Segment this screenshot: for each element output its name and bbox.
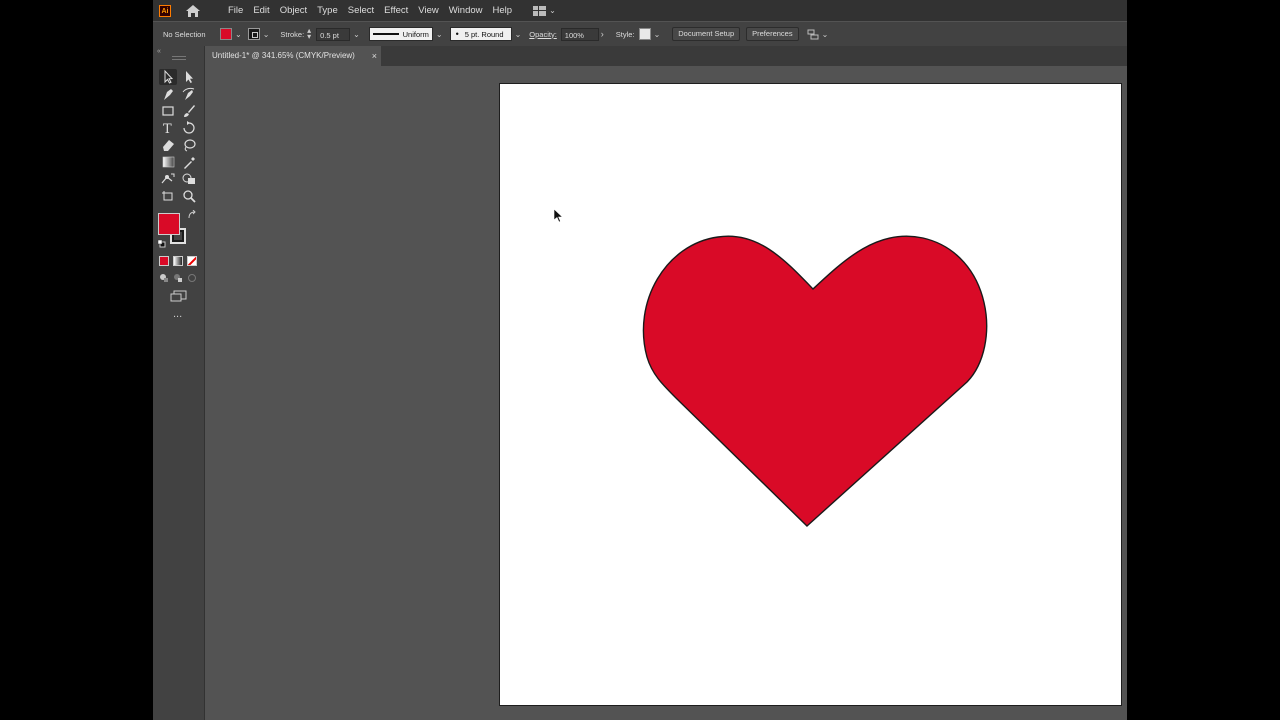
preferences-button[interactable]: Preferences xyxy=(746,27,799,41)
draw-normal-icon[interactable] xyxy=(159,273,169,283)
illustrator-window: Ai File Edit Object Type Select Effect V… xyxy=(153,0,1127,720)
close-icon[interactable]: × xyxy=(372,46,377,66)
more-tools-icon[interactable]: ... xyxy=(173,308,182,320)
stroke-weight-field[interactable]: 0.5 pt xyxy=(316,27,351,41)
tools-panel: « T ... xyxy=(153,46,205,720)
heart-shape[interactable] xyxy=(642,235,988,527)
swap-colors-icon[interactable] xyxy=(187,210,197,220)
chevron-right-icon[interactable]: › xyxy=(601,29,604,39)
gradient-tool-icon[interactable] xyxy=(159,154,177,170)
zoom-tool-icon[interactable] xyxy=(180,188,198,204)
mouse-cursor-icon xyxy=(553,208,564,223)
menu-file[interactable]: File xyxy=(223,5,248,16)
artboard-tool-icon[interactable] xyxy=(159,188,177,204)
paintbrush-tool-icon[interactable] xyxy=(180,103,198,119)
stroke-label: Stroke: xyxy=(280,29,305,39)
stroke-profile-value: Uniform xyxy=(402,29,429,39)
screen-mode-icon[interactable] xyxy=(170,290,188,302)
default-colors-icon[interactable] xyxy=(157,239,166,248)
tab-title: Untitled-1* @ 341.65% (CMYK/Preview) xyxy=(212,51,355,60)
eraser-tool-icon[interactable] xyxy=(159,137,177,153)
chevron-down-icon[interactable]: ⌄ xyxy=(353,30,360,39)
direct-selection-tool-icon[interactable] xyxy=(180,69,198,85)
style-swatch[interactable] xyxy=(638,28,651,40)
menu-object[interactable]: Object xyxy=(275,5,312,16)
stroke-line-icon xyxy=(372,33,399,35)
workspace-switcher[interactable]: ⌄ xyxy=(533,5,556,16)
menu-window[interactable]: Window xyxy=(444,5,488,16)
rectangle-tool-icon[interactable] xyxy=(159,103,177,119)
menu-edit[interactable]: Edit xyxy=(248,5,274,16)
menu-select[interactable]: Select xyxy=(343,5,379,16)
rotate-tool-icon[interactable] xyxy=(180,120,198,136)
brush-value: 5 pt. Round xyxy=(464,29,504,39)
canvas-area[interactable] xyxy=(205,66,1127,720)
draw-behind-icon[interactable] xyxy=(173,273,183,283)
home-icon[interactable] xyxy=(185,4,201,18)
pen-tool-icon[interactable] xyxy=(159,86,177,102)
style-label: Style: xyxy=(615,29,635,39)
lasso-tool-icon[interactable] xyxy=(180,137,198,153)
document-setup-button[interactable]: Document Setup xyxy=(672,27,741,41)
workspace-grid-icon xyxy=(533,5,547,16)
draw-inside-icon[interactable] xyxy=(187,273,197,283)
document-tab-bar: Untitled-1* @ 341.65% (CMYK/Preview) × xyxy=(205,46,1127,66)
gradient-mode-button[interactable] xyxy=(173,256,183,266)
menu-bar: Ai File Edit Object Type Select Effect V… xyxy=(153,0,1127,21)
main-menu: File Edit Object Type Select Effect View… xyxy=(223,5,517,16)
chevron-down-icon: ⌄ xyxy=(549,6,556,15)
artboard-svg xyxy=(642,235,988,527)
collapse-panel-icon[interactable]: « xyxy=(157,48,161,55)
selection-status: No Selection xyxy=(163,29,206,39)
chevron-down-icon[interactable]: ⌄ xyxy=(235,30,242,39)
menu-help[interactable]: Help xyxy=(488,5,518,16)
stroke-swatch[interactable] xyxy=(247,28,260,40)
menu-view[interactable]: View xyxy=(413,5,443,16)
stroke-profile-select[interactable]: Uniform xyxy=(368,27,433,41)
chevron-down-icon[interactable]: ⌄ xyxy=(436,30,443,39)
opacity-label[interactable]: Opacity: xyxy=(529,30,557,39)
opacity-field[interactable]: 100% xyxy=(560,27,599,41)
app-logo: Ai xyxy=(159,4,171,17)
puppet-warp-tool-icon[interactable] xyxy=(159,171,177,187)
chevron-down-icon[interactable]: ⌄ xyxy=(263,30,270,39)
curvature-tool-icon[interactable] xyxy=(180,86,198,102)
eyedropper-tool-icon[interactable] xyxy=(180,154,198,170)
brush-dot-icon: • xyxy=(455,28,459,39)
arrange-icon[interactable] xyxy=(807,29,819,40)
tab-document[interactable]: Untitled-1* @ 341.65% (CMYK/Preview) × xyxy=(205,46,381,66)
fill-color-box[interactable] xyxy=(158,213,180,235)
panel-grip-icon[interactable] xyxy=(172,56,186,60)
shape-builder-tool-icon[interactable] xyxy=(180,171,198,187)
control-bar: No Selection ⌄ ⌄ Stroke: ▴ ▾ 0.5 pt ⌄ Uni… xyxy=(153,22,1127,46)
menu-type[interactable]: Type xyxy=(312,5,343,16)
chevron-down-icon[interactable]: ⌄ xyxy=(654,30,661,39)
stroke-stepper-icon[interactable]: ▴ ▾ xyxy=(307,27,314,41)
chevron-down-icon[interactable]: ⌄ xyxy=(515,30,522,39)
type-tool-icon[interactable]: T xyxy=(159,120,177,136)
chevron-down-icon[interactable]: ⌄ xyxy=(822,30,829,39)
artboard[interactable] xyxy=(500,84,1121,705)
svg-text:T: T xyxy=(163,122,172,136)
selection-tool-icon[interactable] xyxy=(159,69,177,85)
none-mode-button[interactable] xyxy=(187,256,197,266)
color-mode-button[interactable] xyxy=(159,256,169,266)
fill-swatch[interactable] xyxy=(220,28,232,40)
brush-select[interactable]: • 5 pt. Round xyxy=(449,27,512,41)
menu-effect[interactable]: Effect xyxy=(379,5,413,16)
